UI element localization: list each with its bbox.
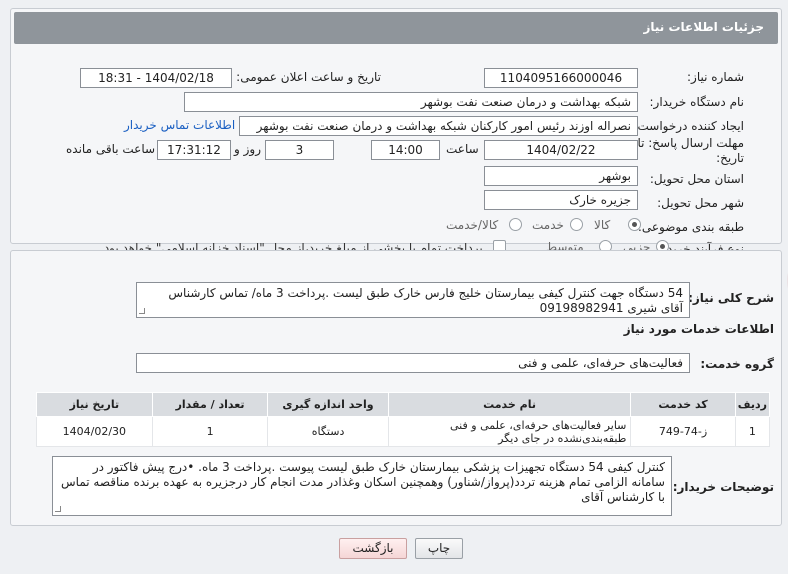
deadline-time-field: 14:00 [371,140,440,160]
category-goods-service-label: کالا/خدمت [446,218,499,232]
cell-service-code: ز-74-749 [630,416,736,447]
col-unit: واحد اندازه گیری [267,392,389,417]
col-service-code: کد خدمت [630,392,736,417]
category-radio-service[interactable] [570,218,583,231]
time-label: ساعت [446,142,479,156]
back-button[interactable]: بازگشت [339,538,407,559]
category-goods-label: کالا [594,218,611,232]
remaining-time-field: 17:31:12 [157,140,231,160]
remaining-label: ساعت باقی مانده [66,142,156,156]
cell-need-date: 1404/02/30 [36,416,153,447]
province-field: بوشهر [484,166,638,186]
service-group-label: گروه خدمت: [700,357,774,371]
deadline-date-field: 1404/02/22 [484,140,638,160]
buyer-desc-field: کنترل کیفی 54 دستگاه تجهیزات پزشکی بیمار… [52,456,672,516]
buyer-org-field: شبکه بهداشت و درمان صنعت نفت بوشهر [184,92,638,112]
announce-datetime-field: 1404/02/18 - 18:31 [80,68,232,88]
category-radio-goods-service[interactable] [509,218,522,231]
cell-row-number: 1 [734,416,771,447]
days-label: روز و [234,142,261,156]
col-service-name: نام خدمت [387,392,632,417]
cell-quantity: 1 [151,416,269,447]
services-table: ردیف کد خدمت نام خدمت واحد اندازه گیری ت… [36,392,771,447]
resize-handle-icon[interactable] [139,308,145,314]
services-info-heading: اطلاعات خدمات مورد نیاز [623,322,774,336]
service-group-field: فعالیت‌های حرفه‌ای، علمی و فنی [136,353,690,373]
general-desc-field: 54 دستگاه جهت کنترل کیفی بیمارستان خلیج … [136,282,690,318]
category-label: طبقه بندی موضوعی: [637,220,744,234]
resize-handle-icon[interactable] [55,506,61,512]
general-desc-label: شرح کلی نیاز: [688,291,774,305]
buyer-contact-link[interactable]: اطلاعات تماس خریدار [124,118,235,132]
city-field: جزیره خارک [484,190,638,210]
need-number-label: شماره نیاز: [687,70,744,84]
col-row-number: ردیف [734,392,771,417]
announce-datetime-label: تاریخ و ساعت اعلان عمومی: [236,70,381,84]
print-button[interactable]: چاپ [415,538,463,559]
panel-header: جزئیات اطلاعات نیاز [14,12,778,44]
province-label: استان محل تحویل: [649,172,744,186]
days-field: 3 [265,140,334,160]
col-need-date: تاریخ نیاز [36,392,153,417]
cell-unit: دستگاه [267,416,389,447]
deadline-label-2: تاریخ: [716,151,744,165]
col-quantity: تعداد / مقدار [151,392,269,417]
table-header-row: ردیف کد خدمت نام خدمت واحد اندازه گیری ت… [36,392,771,417]
table-row: 1 ز-74-749 سایر فعالیت‌های حرفه‌ای، علمی… [36,416,771,447]
need-number-field: 1104095166000046 [484,68,638,88]
requester-label: ایجاد کننده درخواست: [633,119,744,133]
category-radio-goods[interactable] [628,218,641,231]
requester-field: نصراله اوزند رئیس امور کارکنان شبکه بهدا… [239,116,638,136]
buyer-desc-label: توضیحات خریدار: [672,480,774,494]
category-service-label: خدمت [532,218,564,232]
cell-service-name: سایر فعالیت‌های حرفه‌ای، علمی و فنی طبقه… [387,416,632,447]
city-label: شهر محل تحویل: [657,196,744,210]
deadline-label: مهلت ارسال پاسخ: تا [637,136,744,150]
buyer-org-label: نام دستگاه خریدار: [649,95,745,109]
panel-title: جزئیات اطلاعات نیاز [643,20,764,34]
